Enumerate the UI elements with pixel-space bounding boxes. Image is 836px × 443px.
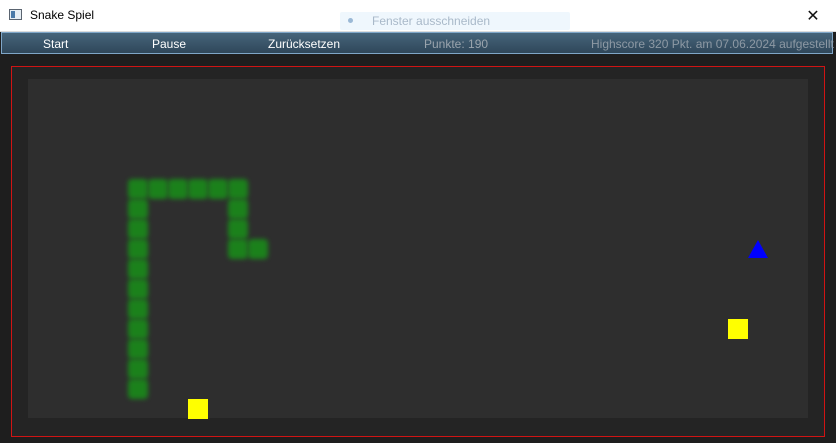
food-square	[728, 319, 748, 339]
snake-segment	[128, 259, 148, 279]
snake-segment	[228, 219, 248, 239]
snake-head	[248, 239, 268, 259]
snake-segment	[128, 379, 148, 399]
snake-segment	[228, 199, 248, 219]
snake-segment	[128, 199, 148, 219]
snake-segment	[208, 179, 228, 199]
blue-triangle-item	[748, 240, 768, 258]
snake-segment	[168, 179, 188, 199]
food-square	[188, 399, 208, 419]
window-title: Snake Spiel	[30, 8, 95, 22]
overlay-text: Fenster ausschneiden	[372, 14, 491, 28]
snake-segment	[128, 359, 148, 379]
snake-segment	[128, 319, 148, 339]
background-overlay: Fenster ausschneiden	[340, 12, 570, 30]
score-display: Punkte: 190	[424, 37, 489, 51]
snake-segment	[128, 219, 148, 239]
reset-menu-item[interactable]: Zurücksetzen	[268, 37, 340, 51]
snake-segment	[148, 179, 168, 199]
game-board	[28, 79, 808, 419]
snake-segment	[128, 239, 148, 259]
snake-segment	[128, 299, 148, 319]
snake-segment	[128, 279, 148, 299]
snake-segment	[228, 239, 248, 259]
snake-segment	[128, 339, 148, 359]
start-menu-item[interactable]: Start	[43, 37, 68, 51]
pause-menu-item[interactable]: Pause	[152, 37, 186, 51]
close-button[interactable]: ✕	[790, 0, 836, 31]
snake-segment	[188, 179, 208, 199]
window-title-bar: Snake Spiel Fenster ausschneiden ✕	[0, 0, 836, 32]
highscore-display: Highscore 320 Pkt. am 07.06.2024 aufgest…	[591, 37, 834, 51]
snake-segment	[128, 179, 148, 199]
app-window-icon	[9, 9, 22, 20]
menu-bar: Start Pause Zurücksetzen Punkte: 190 Hig…	[1, 32, 834, 54]
overlay-dot-icon	[348, 18, 353, 23]
snake-segment	[228, 179, 248, 199]
